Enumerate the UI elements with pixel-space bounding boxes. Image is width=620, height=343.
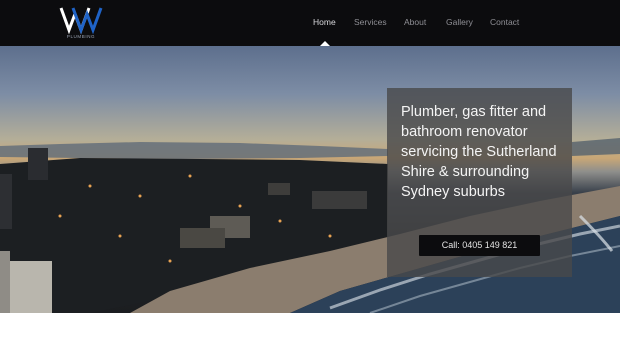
nav-services[interactable]: Services <box>354 17 387 27</box>
hero-section: Plumber, gas fitter and bathroom renovat… <box>0 46 620 313</box>
nav-about[interactable]: About <box>404 17 426 27</box>
hero-overlay-panel: Plumber, gas fitter and bathroom renovat… <box>387 88 572 277</box>
hero-headline: Plumber, gas fitter and bathroom renovat… <box>401 104 557 200</box>
nav-gallery[interactable]: Gallery <box>446 17 473 27</box>
nav-home[interactable]: Home <box>313 17 336 27</box>
call-button[interactable]: Call: 0405 149 821 <box>419 235 540 256</box>
main-nav: Home Services About Gallery Contact <box>0 0 620 46</box>
navbar: PLUMBING Home Services About Gallery Con… <box>0 0 620 46</box>
nav-contact[interactable]: Contact <box>490 17 519 27</box>
